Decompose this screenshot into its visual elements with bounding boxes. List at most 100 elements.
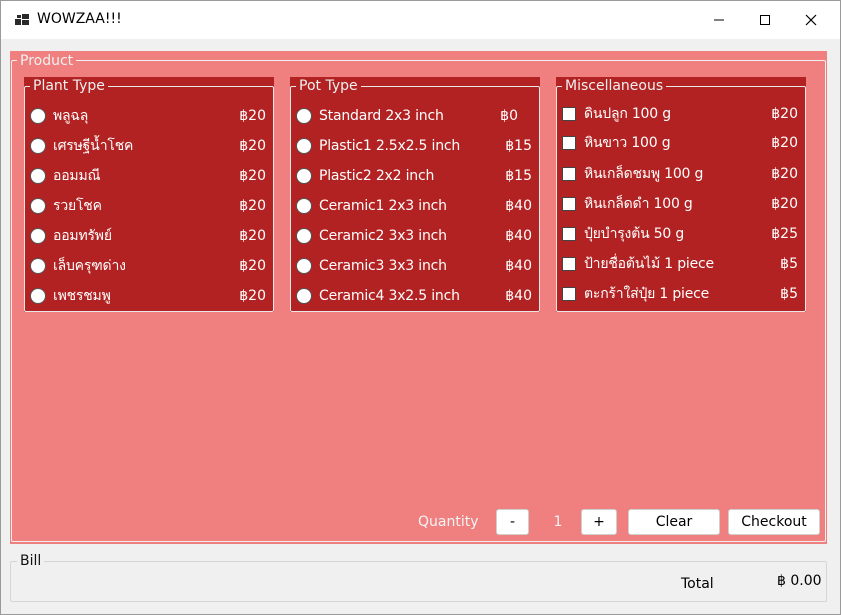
option-label: หินขาว 100 g — [584, 135, 671, 151]
radio-button[interactable] — [30, 228, 46, 244]
pot-type-groupbox: Pot Type Standard 2x3 inch ฿0 Plastic1 2… — [290, 77, 540, 312]
option-label: Plastic1 2.5x2.5 inch — [319, 138, 461, 154]
option-price: ฿20 — [239, 258, 266, 274]
close-icon — [805, 14, 817, 26]
option-label: รวยโชค — [53, 198, 102, 214]
plant-option[interactable]: ออมทรัพย์ ฿20 — [30, 226, 266, 246]
option-price: ฿20 — [239, 108, 266, 124]
radio-button[interactable] — [296, 228, 312, 244]
title-bar[interactable]: WOWZAA!!! — [1, 1, 840, 39]
checkbox[interactable] — [562, 107, 576, 121]
bill-legend: Bill — [17, 553, 45, 569]
plant-type-groupbox: Plant Type พลูฉลุ ฿20 เศรษฐีน้ำโชค ฿20 อ… — [24, 77, 274, 312]
quantity-label: Quantity — [418, 514, 479, 530]
option-price: ฿20 — [771, 106, 798, 122]
checkbox[interactable] — [562, 227, 576, 241]
option-price: ฿40 — [505, 288, 532, 304]
radio-button[interactable] — [296, 168, 312, 184]
minimize-button[interactable] — [696, 1, 742, 39]
pot-option[interactable]: Plastic2 2x2 inch ฿15 — [296, 166, 532, 186]
radio-button[interactable] — [30, 138, 46, 154]
radio-button[interactable] — [296, 198, 312, 214]
pot-option[interactable]: Standard 2x3 inch ฿0 — [296, 106, 518, 126]
plant-option[interactable]: ออมมณี ฿20 — [30, 166, 266, 186]
misc-option[interactable]: ป้ายชื่อต้นไม้ 1 piece ฿5 — [562, 254, 798, 274]
total-value: ฿ 0.00 — [777, 573, 822, 589]
option-price: ฿40 — [505, 228, 532, 244]
misc-option[interactable]: หินเกล็ดชมพู 100 g ฿20 — [562, 164, 798, 184]
option-price: ฿40 — [505, 198, 532, 214]
pot-option[interactable]: Plastic1 2.5x2.5 inch ฿15 — [296, 136, 532, 156]
option-price: ฿15 — [505, 168, 532, 184]
app-window: WOWZAA!!! Product Plant Type พลูฉลุ ฿20 … — [0, 0, 841, 615]
option-label: Ceramic4 3x2.5 inch — [319, 288, 460, 304]
misc-option[interactable]: ดินปลูก 100 g ฿20 — [562, 104, 798, 124]
pot-option[interactable]: Ceramic4 3x2.5 inch ฿40 — [296, 286, 532, 306]
radio-button[interactable] — [30, 198, 46, 214]
plant-option[interactable]: เศรษฐีน้ำโชค ฿20 — [30, 136, 266, 156]
pot-option[interactable]: Ceramic1 2x3 inch ฿40 — [296, 196, 532, 216]
quantity-minus-button[interactable]: - — [496, 509, 529, 535]
option-price: ฿20 — [771, 166, 798, 182]
option-price: ฿20 — [239, 168, 266, 184]
option-price: ฿15 — [505, 138, 532, 154]
close-button[interactable] — [788, 1, 834, 39]
option-price: ฿25 — [771, 226, 798, 242]
checkbox[interactable] — [562, 287, 576, 301]
total-label: Total — [681, 576, 714, 592]
option-label: หินเกล็ดดำ 100 g — [584, 196, 693, 212]
plant-option[interactable]: เล็บครุฑด่าง ฿20 — [30, 256, 266, 276]
option-price: ฿20 — [239, 228, 266, 244]
option-price: ฿20 — [771, 135, 798, 151]
checkbox[interactable] — [562, 257, 576, 271]
checkout-button[interactable]: Checkout — [728, 509, 820, 535]
option-label: ออมมณี — [53, 168, 101, 184]
minimize-icon — [714, 19, 724, 21]
option-price: ฿20 — [239, 138, 266, 154]
option-price: ฿40 — [505, 258, 532, 274]
option-label: Ceramic1 2x3 inch — [319, 198, 447, 214]
option-label: Plastic2 2x2 inch — [319, 168, 435, 184]
misc-option[interactable]: ปุ๋ยบำรุงต้น 50 g ฿25 — [562, 224, 798, 244]
option-label: ป้ายชื่อต้นไม้ 1 piece — [584, 256, 714, 272]
pot-option[interactable]: Ceramic3 3x3 inch ฿40 — [296, 256, 532, 276]
option-label: เล็บครุฑด่าง — [53, 258, 126, 274]
maximize-icon — [760, 15, 770, 25]
radio-button[interactable] — [296, 138, 312, 154]
pot-option[interactable]: Ceramic2 3x3 inch ฿40 — [296, 226, 532, 246]
radio-button[interactable] — [296, 288, 312, 304]
misc-legend: Miscellaneous — [562, 78, 667, 95]
checkbox[interactable] — [562, 167, 576, 181]
clear-button[interactable]: Clear — [628, 509, 720, 535]
misc-option[interactable]: ตะกร้าใส่ปุ๋ย 1 piece ฿5 — [562, 284, 798, 304]
option-label: ตะกร้าใส่ปุ๋ย 1 piece — [584, 286, 710, 302]
radio-button[interactable] — [30, 168, 46, 184]
maximize-button[interactable] — [742, 1, 788, 39]
radio-button[interactable] — [296, 108, 312, 124]
option-price: ฿5 — [780, 286, 798, 302]
option-label: ปุ๋ยบำรุงต้น 50 g — [584, 226, 685, 242]
plant-option[interactable]: พลูฉลุ ฿20 — [30, 106, 266, 126]
misc-option[interactable]: หินขาว 100 g ฿20 — [562, 133, 798, 153]
quantity-value: 1 — [553, 514, 563, 530]
product-legend: Product — [17, 53, 77, 70]
radio-button[interactable] — [30, 258, 46, 274]
radio-button[interactable] — [30, 108, 46, 124]
misc-option[interactable]: หินเกล็ดดำ 100 g ฿20 — [562, 194, 798, 214]
plant-type-legend: Plant Type — [30, 78, 108, 95]
option-label: Ceramic3 3x3 inch — [319, 258, 447, 274]
plant-option[interactable]: เพชรชมพู ฿20 — [30, 286, 266, 306]
option-label: ออมทรัพย์ — [53, 228, 112, 244]
quantity-plus-button[interactable]: + — [581, 509, 617, 535]
pot-type-legend: Pot Type — [296, 78, 361, 95]
app-window-icon — [15, 14, 29, 25]
checkbox[interactable] — [562, 197, 576, 211]
option-label: พลูฉลุ — [53, 108, 89, 124]
plant-option[interactable]: รวยโชค ฿20 — [30, 196, 266, 216]
option-label: ดินปลูก 100 g — [584, 106, 671, 122]
option-price: ฿5 — [780, 256, 798, 272]
product-groupbox: Product Plant Type พลูฉลุ ฿20 เศรษฐีน้ำโ… — [10, 51, 827, 544]
radio-button[interactable] — [30, 288, 46, 304]
checkbox[interactable] — [562, 136, 576, 150]
radio-button[interactable] — [296, 258, 312, 274]
